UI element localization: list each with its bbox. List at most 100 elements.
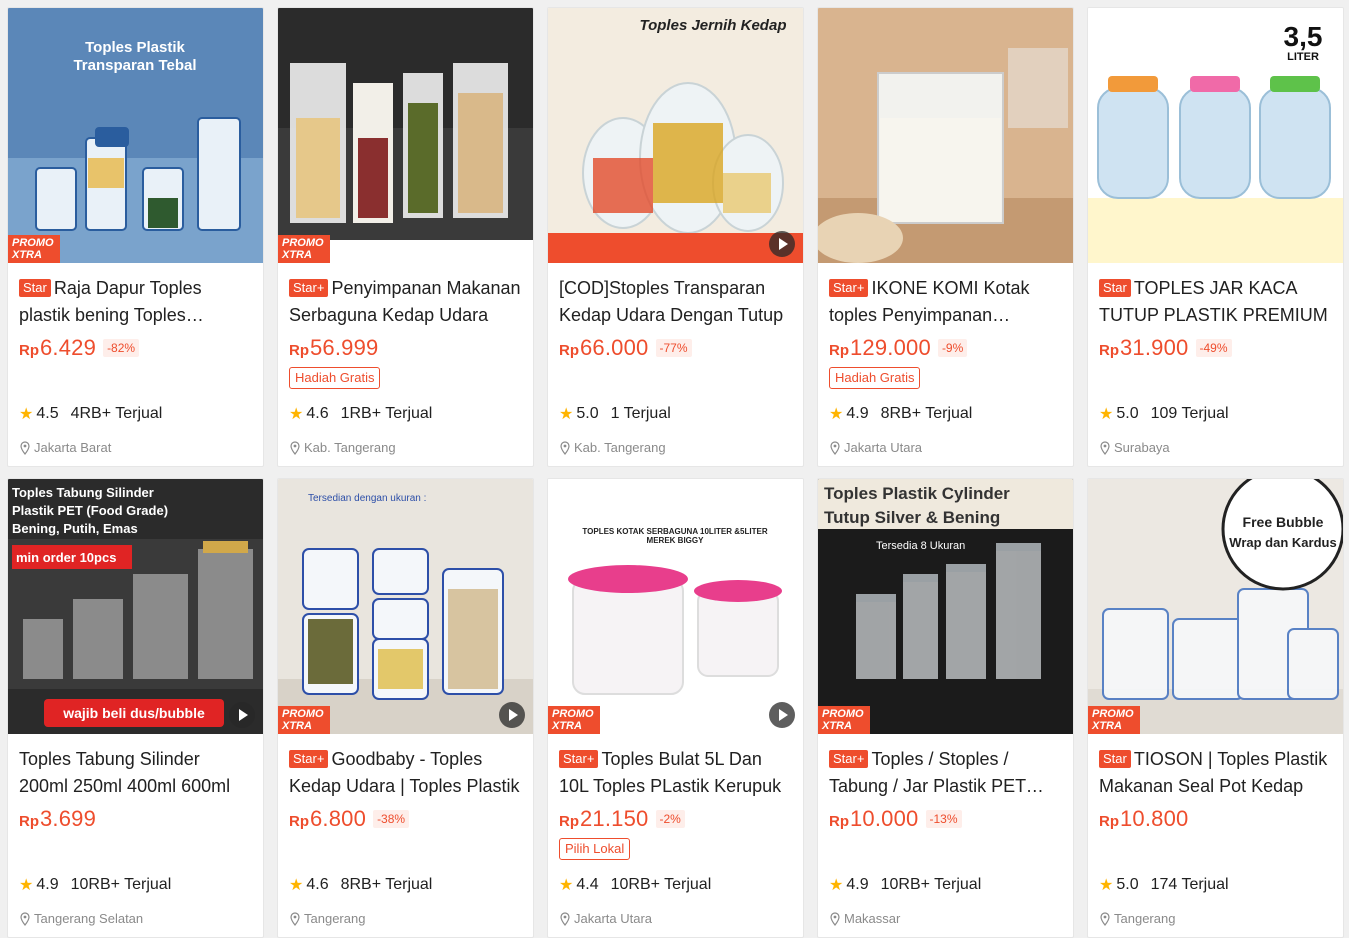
product-card[interactable]: Toples Jernih Kedap [COD]Stoples Transpa… [547,7,804,467]
thumbnail-caption: MEREK BIGGY [647,536,705,545]
product-card[interactable]: TOPLES KOTAK SERBAGUNA 10LITER &5LITER M… [547,478,804,938]
product-thumbnail: Toples Tabung Silinder Plastik PET (Food… [8,479,263,734]
promo-xtra-badge: PROMO XTRA [278,706,330,734]
product-image[interactable]: TOPLES KOTAK SERBAGUNA 10LITER &5LITER M… [548,479,803,734]
shop-location: Jakarta Utara [574,911,653,926]
product-card[interactable]: Toples Tabung Silinder Plastik PET (Food… [7,478,264,938]
product-image[interactable]: Toples Tabung Silinder Plastik PET (Food… [8,479,263,734]
currency-label: Rp [559,813,579,830]
product-card[interactable]: Star+ IKONE KOMI Kotak toples Penyimpanan… [817,7,1074,467]
product-title[interactable]: Star TIOSON | Toples Plastik Makanan Seal… [1099,746,1332,800]
thumbnail-caption: Tersedia 8 Ukuran [876,540,965,552]
rating-row: ★ 4.9 10RB+ Terjual [829,875,981,895]
product-price: 31.900 [1120,335,1189,360]
product-title[interactable]: [COD]Stoples Transparan Kedap Udara Deng… [559,275,792,329]
shop-location: Surabaya [1114,440,1170,455]
price-row: Rp 21.150 -2% [559,804,792,834]
sold-count: 4RB+ Terjual [70,405,163,422]
product-title[interactable]: Star TOPLES JAR KACA TUTUP PLASTIK PREMIU… [1099,275,1332,329]
product-rating: 4.9 [36,876,59,893]
star-icon: ★ [829,406,844,423]
product-image[interactable]: Toples Jernih Kedap [548,8,803,263]
discount-badge: -49% [1195,339,1232,357]
product-title[interactable]: Star Raja Dapur Toples plastik bening Top… [19,275,252,329]
location-row: Jakarta Utara [559,911,652,926]
location-pin-icon [830,911,840,926]
product-thumbnail [818,8,1073,263]
thumbnail-caption: Tersedian dengan ukuran : [308,493,426,504]
product-image[interactable]: Tersedian dengan ukuran : PROMO XTRA [278,479,533,734]
discount-badge: -2% [655,810,685,828]
shop-location: Kab. Tangerang [304,440,396,455]
product-card[interactable]: Toples Plastik Cylinder Tutup Silver & B… [817,478,1074,938]
product-card[interactable]: Toples Plastik Transparan Tebal PROMO XTR… [7,7,264,467]
product-title[interactable]: Star+ Penyimpanan Makanan Serbaguna Kedap… [289,275,522,329]
rating-row: ★ 4.4 10RB+ Terjual [559,875,711,895]
product-image[interactable] [818,8,1073,263]
location-row: Tangerang [289,911,365,926]
currency-label: Rp [559,342,579,359]
shop-location: Kab. Tangerang [574,440,666,455]
video-play-icon[interactable] [769,702,795,728]
star-icon: ★ [289,406,304,423]
seller-badge: Star+ [559,750,599,768]
product-title[interactable]: Star+ IKONE KOMI Kotak toples Penyimpanan… [829,275,1062,329]
sold-count: 174 Terjual [1150,876,1229,893]
seller-badge: Star [19,279,51,297]
product-image[interactable]: PROMO XTRA [278,8,533,263]
product-card[interactable]: 3,5 LITER Star TOPLES JAR KACA TUTUP PLAS… [1087,7,1344,467]
video-play-icon[interactable] [499,702,525,728]
location-pin-icon [560,911,570,926]
discount-badge: -82% [103,339,140,357]
location-row: Tangerang Selatan [19,911,143,926]
location-pin-icon [290,911,300,926]
rating-row: ★ 4.9 10RB+ Terjual [19,875,171,895]
promo-tag: Pilih Lokal [559,838,631,860]
location-row: Surabaya [1099,440,1170,455]
product-title[interactable]: Star+ Toples / Stoples / Tabung / Jar Pla… [829,746,1062,800]
product-thumbnail: TOPLES KOTAK SERBAGUNA 10LITER &5LITER M… [548,479,803,734]
price-row: Rp 6.800 -38% [289,804,522,834]
product-card[interactable]: Tersedian dengan ukuran : PROMO XTRA Star… [277,478,534,938]
star-icon: ★ [289,877,304,894]
rating-row: ★ 5.0 1 Terjual [559,404,671,424]
thumbnail-caption: LITER [1287,51,1319,63]
product-image[interactable]: Toples Plastik Transparan Tebal PROMO XTR… [8,8,263,263]
video-play-icon[interactable] [769,231,795,257]
thumbnail-caption: Plastik PET (Food Grade) [12,503,168,518]
product-price: 10.000 [850,806,919,831]
product-rating: 5.0 [1116,405,1139,422]
thumbnail-caption: Toples Tabung Silinder [12,485,154,500]
product-title[interactable]: Toples Tabung Silinder 200ml 250ml 400ml… [19,746,252,800]
product-image[interactable]: 3,5 LITER [1088,8,1343,263]
currency-label: Rp [289,342,309,359]
rating-row: ★ 4.9 8RB+ Terjual [829,404,972,424]
sold-count: 10RB+ Terjual [70,876,172,893]
star-icon: ★ [1099,877,1114,894]
product-title[interactable]: Star+ Toples Bulat 5L Dan 10L Toples PLas… [559,746,792,800]
product-card[interactable]: Free Bubble Wrap dan Kardus PROMO XTRA St… [1087,478,1344,938]
seller-badge: Star [1099,279,1131,297]
sold-count: 1RB+ Terjual [340,405,433,422]
product-card[interactable]: PROMO XTRA Star+ Penyimpanan Makanan Serba… [277,7,534,467]
sold-count: 1 Terjual [610,405,671,422]
location-pin-icon [20,911,30,926]
promo-xtra-badge: PROMO XTRA [548,706,600,734]
sold-count: 10RB+ Terjual [880,876,982,893]
shop-location: Tangerang [1114,911,1176,926]
product-title[interactable]: Star+ Goodbaby - Toples Kedap Udara | Top… [289,746,522,800]
thumbnail-caption: Transparan Tebal [73,57,196,74]
product-thumbnail [278,8,533,263]
product-price: 6.800 [310,806,367,831]
product-image[interactable]: Free Bubble Wrap dan Kardus PROMO XTRA [1088,479,1343,734]
promo-xtra-badge: PROMO XTRA [1088,706,1140,734]
location-row: Kab. Tangerang [289,440,396,455]
location-row: Makassar [829,911,900,926]
shop-location: Tangerang Selatan [34,911,144,926]
currency-label: Rp [829,342,849,359]
currency-label: Rp [19,342,39,359]
star-icon: ★ [19,406,34,423]
product-image[interactable]: Toples Plastik Cylinder Tutup Silver & B… [818,479,1073,734]
video-play-icon[interactable] [229,702,255,728]
sold-count: 8RB+ Terjual [340,876,433,893]
